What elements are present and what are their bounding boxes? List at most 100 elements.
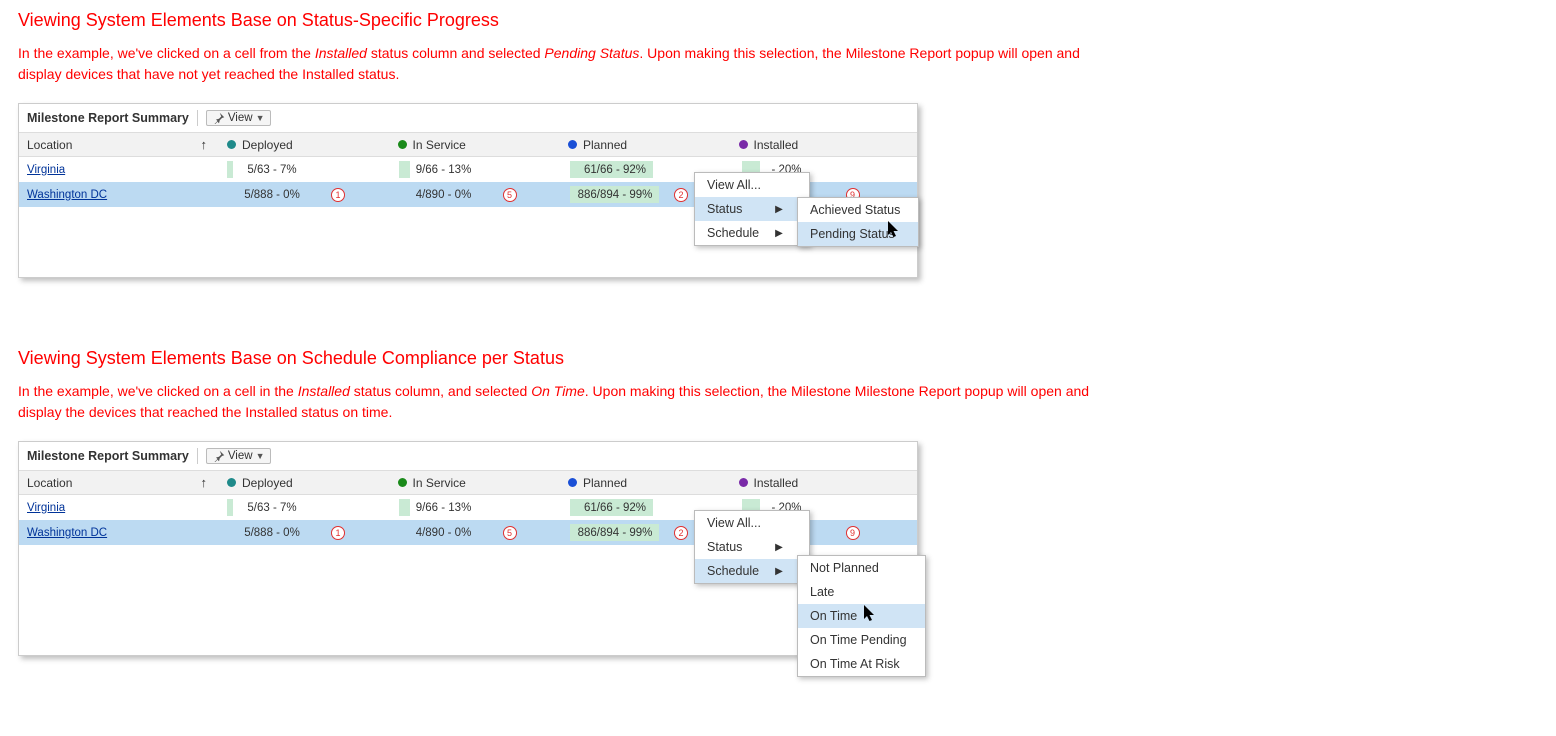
status-dot — [568, 478, 577, 487]
menu-status[interactable]: Status ▶ — [695, 535, 809, 559]
section2-heading: Viewing System Elements Base on Schedule… — [18, 348, 1538, 369]
column-end — [901, 133, 917, 156]
italic: On Time — [531, 383, 585, 399]
column-in-service[interactable]: In Service — [390, 471, 561, 494]
column-deployed[interactable]: Deployed — [219, 471, 390, 494]
location-link[interactable]: Washington DC — [27, 527, 107, 539]
cell-value: 61/66 - 92% — [584, 164, 646, 176]
cell-deployed[interactable]: 5/888 - 0% 1 — [219, 182, 391, 207]
column-label: Planned — [583, 476, 627, 490]
menu-schedule[interactable]: Schedule▶ — [695, 559, 809, 583]
column-location[interactable]: Location ↑ — [19, 133, 219, 156]
label: Status — [707, 202, 742, 216]
submenu-on-time[interactable]: On Time — [798, 604, 925, 628]
label: View All... — [707, 178, 761, 192]
section2-text: In the example, we've clicked on a cell … — [18, 381, 1108, 423]
cell-value: 886/894 - 99% — [578, 527, 653, 539]
view-button[interactable]: View ▼ — [206, 448, 272, 464]
column-installed[interactable]: Installed — [731, 133, 902, 156]
submenu-on-time-pending[interactable]: On Time Pending — [798, 628, 925, 652]
cell-deployed[interactable]: 5/888 - 0% 1 — [219, 520, 391, 545]
location-link[interactable]: Washington DC — [27, 189, 107, 201]
cell-value: 4/890 - 0% — [416, 189, 472, 201]
status-dot — [227, 478, 236, 487]
location-cell: Washington DC — [19, 523, 219, 543]
chevron-right-icon: ▶ — [775, 228, 783, 239]
location-link[interactable]: Virginia — [27, 502, 65, 514]
cursor-icon — [863, 605, 877, 623]
context-menu: View All... Status ▶ Schedule▶ — [694, 510, 810, 584]
columns-header: Location ↑ Deployed In Service Planned I… — [19, 470, 917, 495]
alert-badge: 5 — [503, 188, 517, 202]
label: Status — [707, 540, 742, 554]
column-label: Installed — [754, 138, 799, 152]
column-deployed[interactable]: Deployed — [219, 133, 390, 156]
column-label: Planned — [583, 138, 627, 152]
column-label: In Service — [413, 138, 466, 152]
column-planned[interactable]: Planned — [560, 133, 731, 156]
sort-asc-icon: ↑ — [201, 475, 212, 490]
cell-in-service[interactable]: 4/890 - 0% 5 — [391, 520, 563, 545]
status-dot — [568, 140, 577, 149]
submenu-on-time-at-risk[interactable]: On Time At Risk — [798, 652, 925, 676]
view-label: View — [228, 112, 253, 124]
menu-view-all[interactable]: View All... — [695, 173, 809, 197]
cell-in-service[interactable]: 9/66 - 13% — [391, 157, 563, 182]
cell-in-service[interactable]: 9/66 - 13% — [391, 495, 563, 520]
location-cell: Washington DC — [19, 185, 219, 205]
label: Schedule — [707, 226, 759, 240]
divider — [197, 110, 198, 126]
location-link[interactable]: Virginia — [27, 164, 65, 176]
column-location-label: Location — [27, 138, 72, 152]
status-dot — [227, 140, 236, 149]
column-installed[interactable]: Installed — [731, 471, 902, 494]
context-menu: View All... Status ▶ Schedule ▶ — [694, 172, 810, 246]
column-location-label: Location — [27, 476, 72, 490]
cell-deployed[interactable]: 5/63 - 7% — [219, 157, 391, 182]
label: View All... — [707, 516, 761, 530]
text: status column and selected — [367, 45, 544, 61]
alert-badge: 5 — [503, 526, 517, 540]
status-dot — [398, 478, 407, 487]
menu-view-all[interactable]: View All... — [695, 511, 809, 535]
menu-status[interactable]: Status ▶ — [695, 197, 809, 221]
cell-in-service[interactable]: 4/890 - 0% 5 — [391, 182, 563, 207]
panel-title: Milestone Report Summary — [27, 449, 189, 463]
view-label: View — [228, 450, 253, 462]
column-planned[interactable]: Planned — [560, 471, 731, 494]
alert-badge: 1 — [331, 526, 345, 540]
cell-value: 9/66 - 13% — [416, 164, 472, 176]
menu-schedule[interactable]: Schedule ▶ — [695, 221, 809, 245]
chevron-right-icon: ▶ — [775, 204, 783, 215]
view-button[interactable]: View ▼ — [206, 110, 272, 126]
cell-deployed[interactable]: 5/63 - 7% — [219, 495, 391, 520]
text: In the example, we've clicked on a cell … — [18, 45, 315, 61]
cell-value: 886/894 - 99% — [578, 189, 653, 201]
pin-icon — [213, 450, 225, 462]
submenu-achieved-status[interactable]: Achieved Status — [798, 198, 918, 222]
column-label: Deployed — [242, 476, 293, 490]
panel-title: Milestone Report Summary — [27, 111, 189, 125]
cell-value: 4/890 - 0% — [416, 527, 472, 539]
text: In the example, we've clicked on a cell … — [18, 383, 298, 399]
chevron-right-icon: ▶ — [775, 542, 783, 553]
status-dot — [739, 140, 748, 149]
text: status column, and selected — [350, 383, 531, 399]
panel-header: Milestone Report Summary View ▼ — [19, 104, 917, 132]
pin-icon — [213, 112, 225, 124]
section1-text: In the example, we've clicked on a cell … — [18, 43, 1108, 85]
milestone-report-panel-2: Milestone Report Summary View ▼ Location… — [18, 441, 918, 656]
label: Schedule — [707, 564, 759, 578]
status-dot — [739, 478, 748, 487]
column-label: In Service — [413, 476, 466, 490]
caret-down-icon: ▼ — [256, 113, 265, 123]
alert-badge: 1 — [331, 188, 345, 202]
column-label: Installed — [754, 476, 799, 490]
column-location[interactable]: Location ↑ — [19, 471, 219, 494]
submenu-late[interactable]: Late — [798, 580, 925, 604]
italic: Installed — [298, 383, 350, 399]
column-in-service[interactable]: In Service — [390, 133, 561, 156]
column-end — [901, 471, 917, 494]
caret-down-icon: ▼ — [256, 451, 265, 461]
submenu-not-planned[interactable]: Not Planned — [798, 556, 925, 580]
